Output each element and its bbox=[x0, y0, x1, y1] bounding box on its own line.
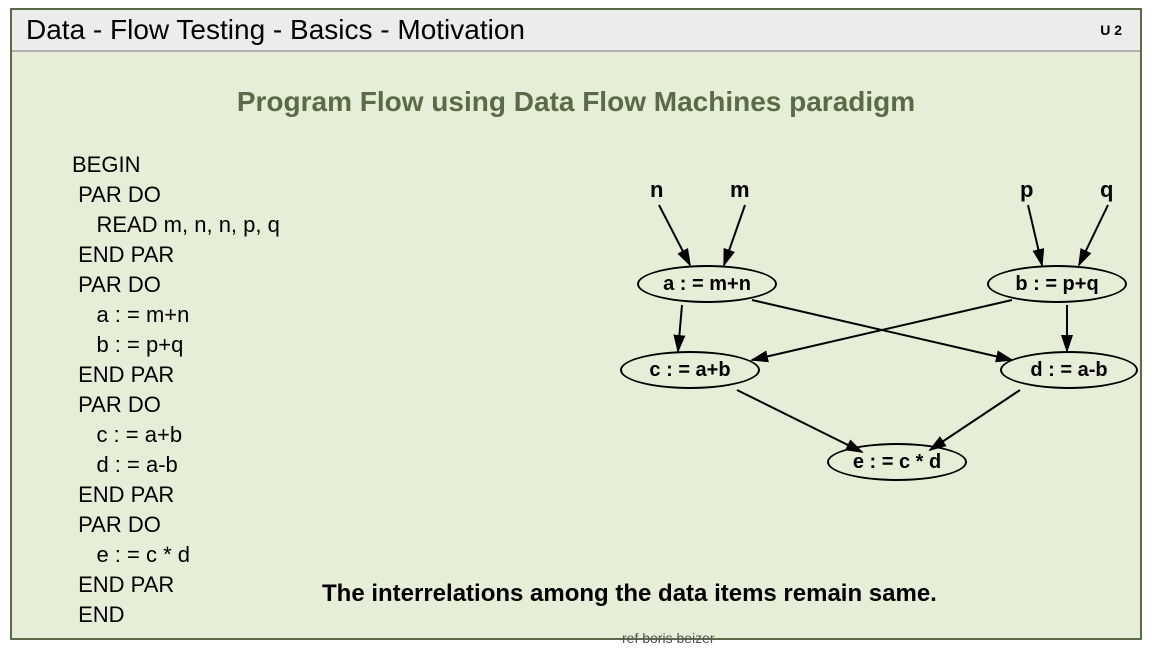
flow-diagram: n m p q a : = m+n b : = p+q c : = a+b d … bbox=[572, 165, 1132, 495]
slide: Data - Flow Testing - Basics - Motivatio… bbox=[10, 8, 1142, 640]
input-q: q bbox=[1100, 177, 1113, 203]
subtitle: Program Flow using Data Flow Machines pa… bbox=[12, 86, 1140, 118]
node-a: a : = m+n bbox=[637, 265, 777, 303]
input-m: m bbox=[730, 177, 750, 203]
header-unit: U 2 bbox=[1100, 22, 1122, 38]
input-n: n bbox=[650, 177, 663, 203]
code-block: BEGIN PAR DO READ m, n, n, p, q END PAR … bbox=[72, 150, 280, 630]
diagram-arrows bbox=[572, 165, 1132, 495]
header-title: Data - Flow Testing - Basics - Motivatio… bbox=[26, 14, 525, 46]
slide-header: Data - Flow Testing - Basics - Motivatio… bbox=[12, 10, 1140, 52]
node-d: d : = a-b bbox=[1000, 351, 1138, 389]
ref-text: ref boris beizer bbox=[622, 630, 715, 646]
node-b: b : = p+q bbox=[987, 265, 1127, 303]
node-c: c : = a+b bbox=[620, 351, 760, 389]
node-e: e : = c * d bbox=[827, 443, 967, 481]
footer-text: The interrelations among the data items … bbox=[322, 580, 937, 608]
input-p: p bbox=[1020, 177, 1033, 203]
